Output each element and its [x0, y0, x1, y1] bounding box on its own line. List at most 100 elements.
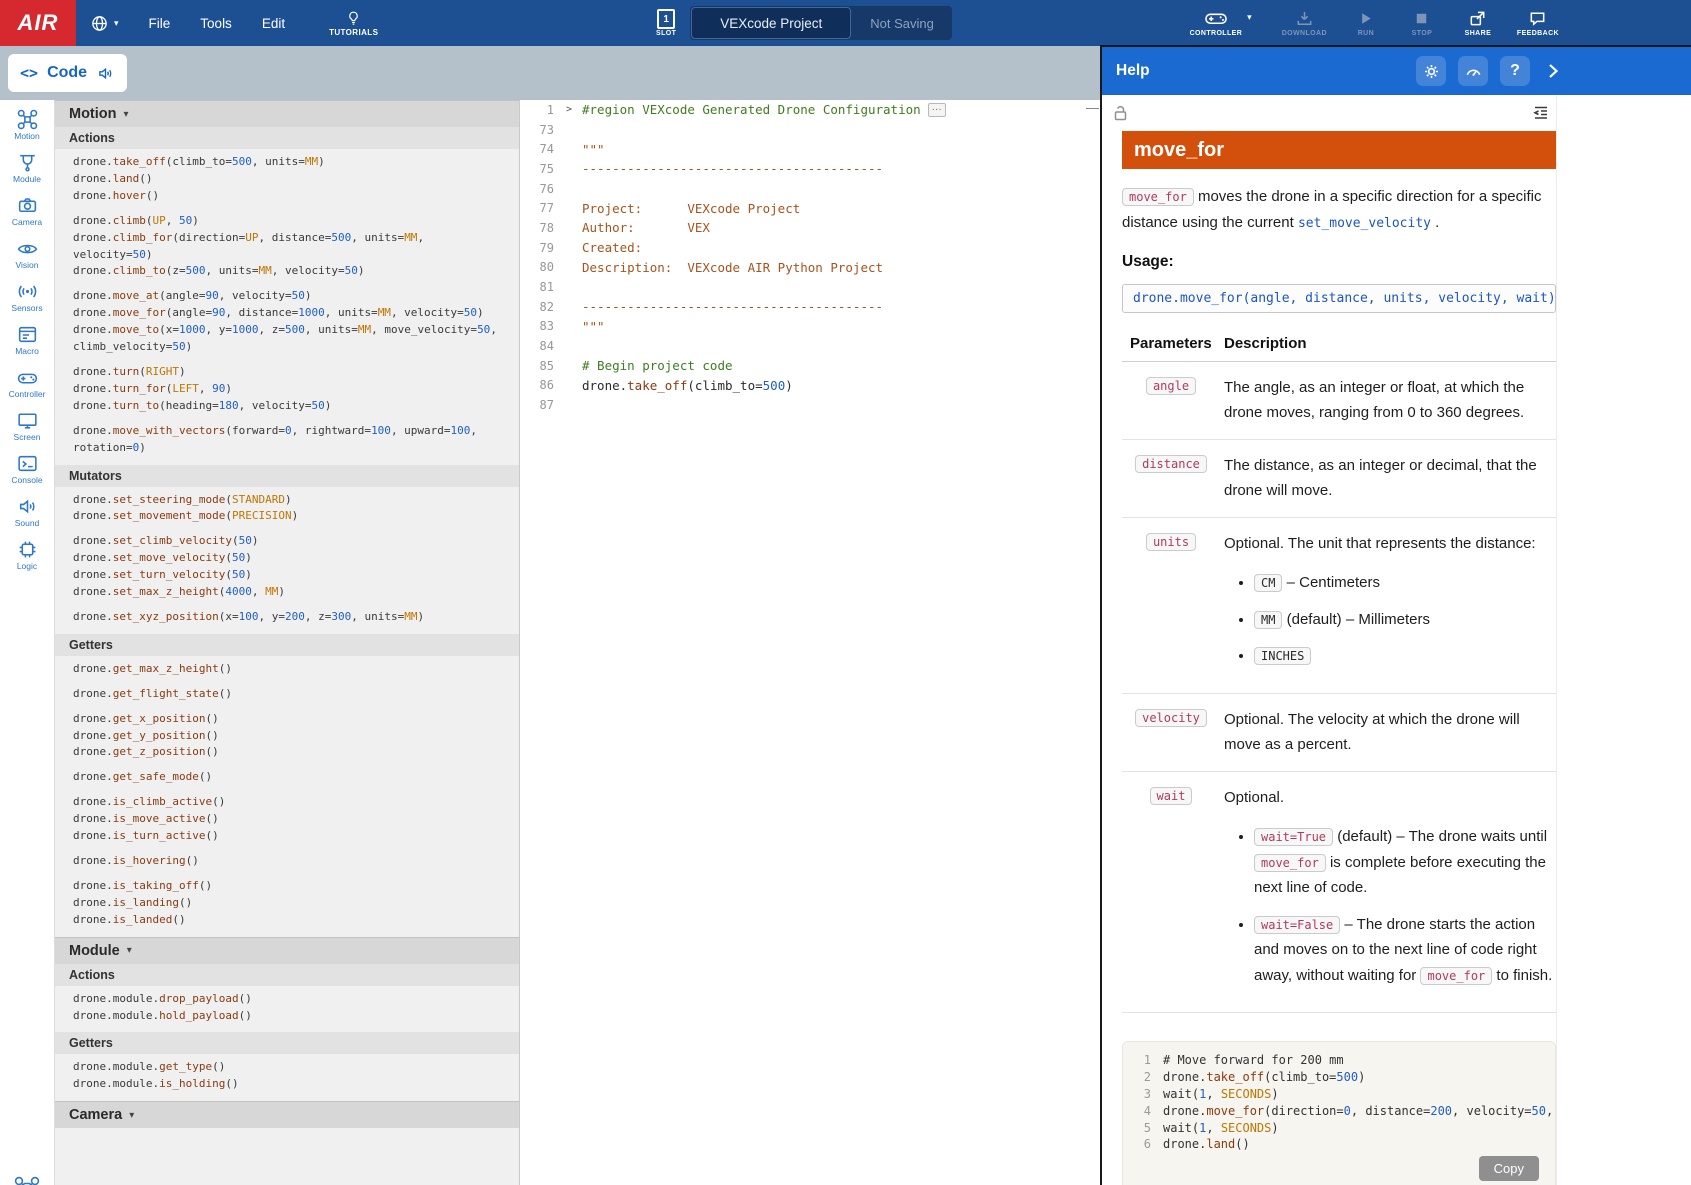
globe-icon [90, 14, 109, 33]
parameter-row: velocity Optional. The velocity at which … [1122, 694, 1556, 772]
parameter-description: Optional. The velocity at which the dron… [1224, 707, 1556, 758]
snippet-cluster: drone.is_climb_active()drone.is_move_act… [55, 794, 519, 845]
share-button[interactable]: SHARE [1461, 9, 1495, 37]
example-lines: 1# Move forward for 200 mm2drone.take_of… [1123, 1052, 1555, 1153]
palette-snippet[interactable]: drone.is_move_active() [55, 811, 519, 828]
snippet-cluster: drone.take_off(climb_to=500, units=MM)dr… [55, 154, 519, 205]
palette-snippet[interactable]: drone.is_landed() [55, 912, 519, 929]
palette-snippet[interactable]: drone.turn_for(LEFT, 90) [55, 381, 519, 398]
palette-snippet[interactable]: drone.set_movement_mode(PRECISION) [55, 508, 519, 525]
run-button[interactable]: RUN [1349, 9, 1383, 37]
help-question-button[interactable]: ? [1500, 56, 1530, 86]
chevron-down-icon: ▾ [127, 945, 132, 956]
palette-snippet[interactable]: drone.is_landing() [55, 895, 519, 912]
palette-snippet[interactable]: drone.move_for(angle=90, distance=1000, … [55, 305, 519, 322]
palette-snippet[interactable]: drone.set_move_velocity(50) [55, 550, 519, 567]
palette-snippet[interactable]: drone.module.drop_payload() [55, 991, 519, 1008]
slot-button[interactable]: 1 SLOT [656, 9, 676, 37]
table-header-row: Parameters Description [1122, 335, 1556, 362]
palette-snippet[interactable]: drone.set_max_z_height(4000, MM) [55, 584, 519, 601]
palette-snippet[interactable]: drone.move_to(x=1000, y=1000, z=500, uni… [55, 322, 519, 356]
palette-snippet[interactable]: drone.hover() [55, 188, 519, 205]
copy-button[interactable]: Copy [1479, 1156, 1539, 1181]
outdent-icon[interactable] [1531, 103, 1551, 123]
sidebar-item-console[interactable]: Console [0, 452, 54, 495]
dashboard-gauge-button[interactable] [1458, 56, 1488, 86]
unlock-icon[interactable] [1112, 104, 1130, 122]
controller-button[interactable]: CONTROLLER [1190, 9, 1243, 37]
palette-snippet[interactable]: drone.module.is_holding() [55, 1076, 519, 1093]
palette-snippet[interactable]: drone.get_max_z_height() [55, 661, 519, 678]
palette-snippet[interactable]: drone.set_climb_velocity(50) [55, 533, 519, 550]
palette-snippet[interactable]: drone.climb_to(z=500, units=MM, velocity… [55, 263, 519, 280]
palette-snippet[interactable]: drone.set_turn_velocity(50) [55, 567, 519, 584]
line-number: 82 [520, 300, 566, 314]
description-cell: The distance, as an integer or decimal, … [1220, 453, 1556, 504]
menu-edit[interactable]: Edit [262, 16, 285, 31]
palette-snippet[interactable]: drone.get_z_position() [55, 744, 519, 761]
sidebar-item-module[interactable]: Module [0, 151, 54, 194]
settings-gear-button[interactable] [1416, 56, 1446, 86]
sidebar-item-controller[interactable]: Controller [0, 366, 54, 409]
line-number: 80 [520, 260, 566, 274]
code-tab[interactable]: <> Code [8, 54, 127, 92]
play-icon [1356, 9, 1375, 28]
palette-snippet[interactable]: drone.is_hovering() [55, 853, 519, 870]
fold-arrow-icon[interactable]: > [566, 104, 582, 115]
folded-region-ellipsis[interactable]: ··· [928, 103, 946, 117]
logic-icon [16, 538, 39, 561]
sidebar-item-vision[interactable]: Vision [0, 237, 54, 280]
menu-file[interactable]: File [149, 16, 171, 31]
palette-snippet[interactable]: drone.set_steering_mode(STANDARD) [55, 492, 519, 509]
sidebar-item-motion[interactable]: Motion [0, 108, 54, 151]
palette-snippet[interactable]: drone.turn(RIGHT) [55, 364, 519, 381]
speaker-icon[interactable] [96, 64, 115, 83]
palette-snippet[interactable]: drone.module.hold_payload() [55, 1008, 519, 1025]
tutorials-button[interactable]: TUTORIALS [329, 10, 378, 37]
palette-snippet[interactable]: drone.turn_to(heading=180, velocity=50) [55, 398, 519, 415]
palette-snippet[interactable]: drone.get_flight_state() [55, 686, 519, 703]
feedback-button[interactable]: FEEDBACK [1517, 9, 1559, 37]
example-code-text: drone.land() [1163, 1137, 1555, 1151]
bullet-list: CM – CentimetersMM (default) – Millimete… [1224, 570, 1556, 669]
palette-snippet[interactable]: drone.move_with_vectors(forward=0, right… [55, 423, 519, 457]
collapse-panel-chevron-icon[interactable] [1543, 61, 1563, 81]
palette-snippet[interactable]: drone.is_climb_active() [55, 794, 519, 811]
palette-section-header[interactable]: Motion▾ [55, 100, 519, 127]
parameter-row: distanceThe distance, as an integer or d… [1122, 440, 1556, 518]
snippet-cluster: drone.set_xyz_position(x=100, y=200, z=3… [55, 609, 519, 626]
example-code-line: 6drone.land() [1123, 1136, 1555, 1153]
palette-snippet[interactable]: drone.climb(UP, 50) [55, 213, 519, 230]
download-button[interactable]: DOWNLOAD [1282, 9, 1327, 37]
palette-snippet[interactable]: drone.get_safe_mode() [55, 769, 519, 786]
sidebar-item-logic[interactable]: Logic [0, 538, 54, 581]
palette-snippet[interactable]: drone.is_taking_off() [55, 878, 519, 895]
line-number: 73 [520, 123, 566, 137]
palette-snippet[interactable]: drone.set_xyz_position(x=100, y=200, z=3… [55, 609, 519, 626]
palette-section-header[interactable]: Module▾ [55, 937, 519, 964]
language-menu[interactable]: ▾ [90, 14, 119, 33]
sidebar-item-camera[interactable]: Camera [0, 194, 54, 237]
palette-snippet[interactable]: drone.move_at(angle=90, velocity=50) [55, 288, 519, 305]
palette-snippet[interactable]: drone.get_y_position() [55, 728, 519, 745]
sidebar-item-sensors[interactable]: Sensors [0, 280, 54, 323]
parameter-chip: velocity [1135, 709, 1207, 727]
palette-snippet[interactable]: drone.get_x_position() [55, 711, 519, 728]
share-label: SHARE [1465, 30, 1492, 37]
palette-section-header[interactable]: Camera▾ [55, 1101, 519, 1128]
minimize-dash-icon: — [1086, 100, 1099, 115]
palette-snippet[interactable]: drone.module.get_type() [55, 1059, 519, 1076]
sidebar-item-screen[interactable]: Screen [0, 409, 54, 452]
console-icon [16, 452, 39, 475]
sidebar-item-sound[interactable]: Sound [0, 495, 54, 538]
palette-snippet[interactable]: drone.is_turn_active() [55, 828, 519, 845]
sidebar-item-macro[interactable]: Macro [0, 323, 54, 366]
stop-button[interactable]: STOP [1405, 9, 1439, 37]
save-status: Not Saving [852, 16, 952, 31]
palette-snippet[interactable]: drone.climb_for(direction=UP, distance=5… [55, 230, 519, 264]
chevron-down-icon[interactable]: ▾ [1247, 12, 1252, 23]
palette-snippet[interactable]: drone.take_off(climb_to=500, units=MM) [55, 154, 519, 171]
palette-snippet[interactable]: drone.land() [55, 171, 519, 188]
project-title[interactable]: VEXcode Project [691, 7, 851, 39]
menu-tools[interactable]: Tools [200, 16, 232, 31]
